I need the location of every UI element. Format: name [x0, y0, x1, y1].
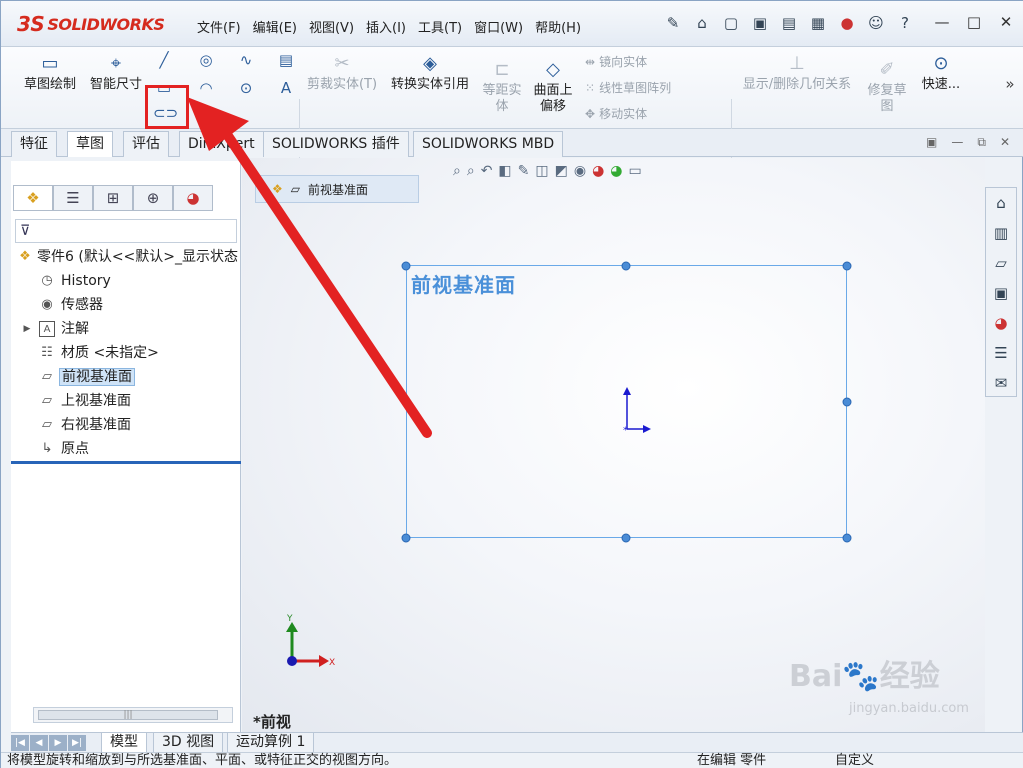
status-editing: 在编辑 零件: [697, 753, 767, 768]
solidworks-window: 3S SOLIDWORKS 文件(F) 编辑(E) 视图(V) 插入(I) 工具…: [0, 0, 1023, 768]
status-custom-units[interactable]: 自定义: [835, 753, 874, 768]
tab-motion-study[interactable]: 运动算例 1: [227, 733, 315, 753]
first-tab-icon[interactable]: |◀: [11, 735, 29, 751]
bottom-tabs: |◀ ◀ ▶ ▶| 模型 3D 视图 运动算例 1: [11, 732, 1023, 753]
tab-navigation: |◀ ◀ ▶ ▶|: [11, 735, 86, 751]
tab-3d-view[interactable]: 3D 视图: [153, 733, 224, 753]
baidu-watermark: Bai🐾经验 jingyan.baidu.com: [789, 659, 969, 716]
watermark-cn: 经验: [879, 659, 940, 694]
watermark-brand: Bai: [789, 659, 843, 694]
last-tab-icon[interactable]: ▶|: [68, 735, 86, 751]
prev-tab-icon[interactable]: ◀: [30, 735, 48, 751]
status-bar: 将模型旋转和缩放到与所选基准面、平面、或特征正交的视图方向。 在编辑 零件 自定…: [1, 752, 1023, 768]
tab-model[interactable]: 模型: [101, 733, 147, 753]
status-message: 将模型旋转和缩放到与所选基准面、平面、或特征正交的视图方向。: [7, 753, 398, 768]
next-tab-icon[interactable]: ▶: [49, 735, 67, 751]
watermark-url: jingyan.baidu.com: [849, 701, 969, 716]
